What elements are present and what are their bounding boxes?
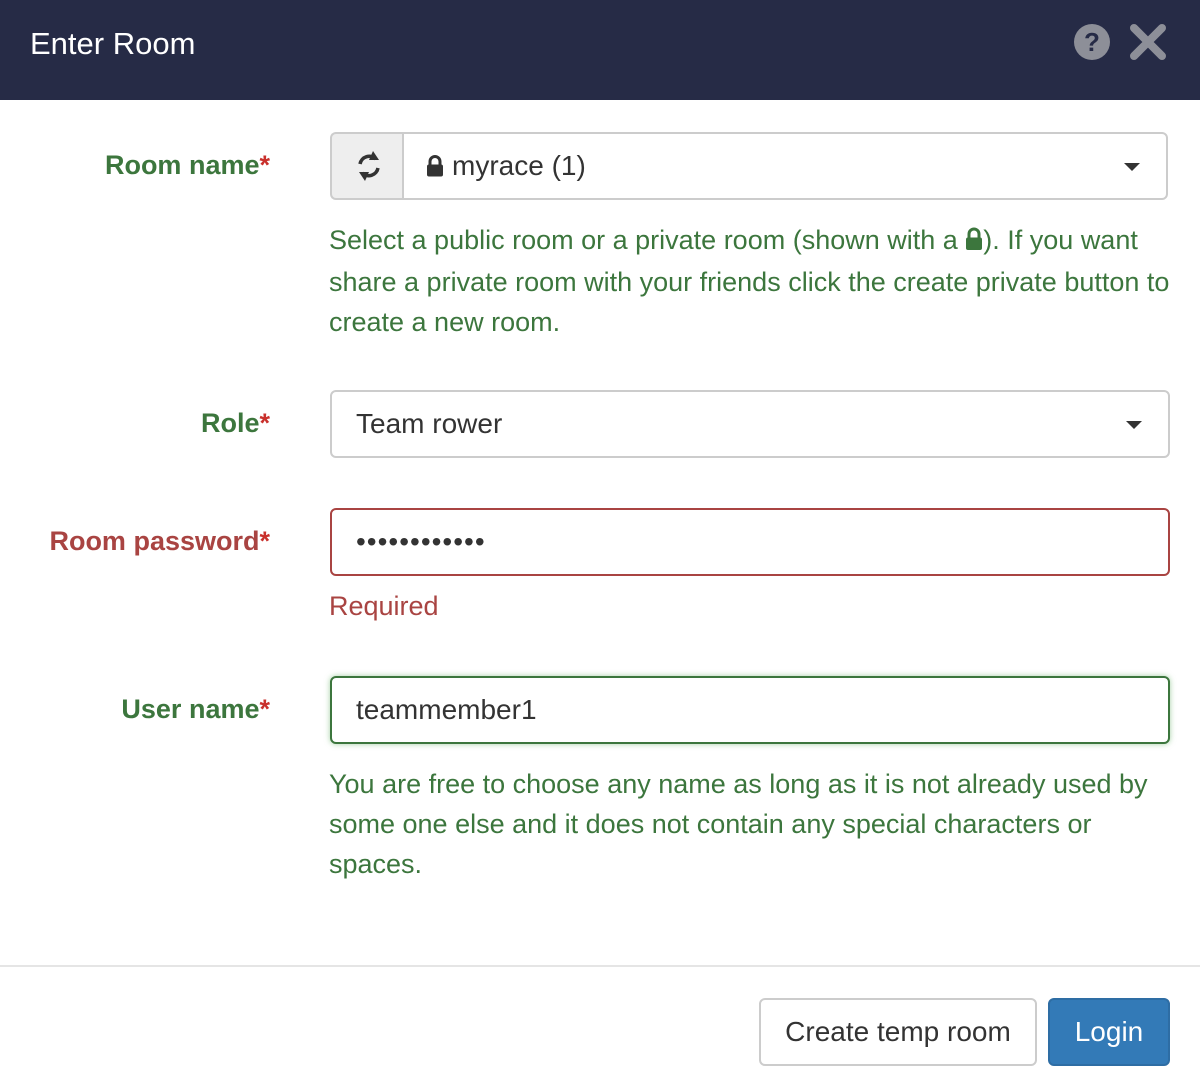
room-name-help: Select a public room or a private room (… (329, 220, 1174, 342)
required-mark: * (259, 408, 270, 438)
user-name-input[interactable]: teammember1 (330, 676, 1170, 744)
dialog-header: Enter Room ? (0, 0, 1200, 100)
role-label: Role* (201, 408, 270, 439)
role-select[interactable]: Team rower (330, 390, 1170, 458)
create-temp-room-button[interactable]: Create temp room (759, 998, 1037, 1066)
required-mark: * (259, 694, 270, 724)
room-password-label: Room password* (49, 526, 270, 557)
user-name-help: You are free to choose any name as long … (329, 769, 1148, 879)
refresh-icon (358, 151, 380, 181)
room-name-label: Room name* (105, 150, 270, 181)
user-name-label-text: User name (121, 694, 260, 724)
dialog-title: Enter Room (30, 26, 196, 61)
dialog-body: Room name* myrace (1) Select a public ro… (0, 100, 1200, 965)
login-button[interactable]: Login (1048, 998, 1170, 1066)
close-icon[interactable] (1128, 22, 1168, 62)
room-password-label-text: Room password (49, 526, 260, 556)
lock-icon (426, 136, 444, 200)
user-name-value: teammember1 (356, 694, 537, 725)
lock-icon (965, 222, 983, 262)
required-mark: * (259, 526, 270, 556)
room-help-text-1: Select a public room or a private room (… (329, 225, 966, 255)
user-name-label: User name* (121, 694, 270, 725)
required-mark: * (259, 150, 270, 180)
role-selected: Team rower (356, 408, 503, 439)
room-name-select[interactable]: myrace (1) (402, 132, 1168, 200)
caret-down-icon (1124, 163, 1140, 171)
room-password-input[interactable]: •••••••••••• (330, 508, 1170, 576)
room-name-selected: myrace (1) (452, 150, 586, 181)
role-label-text: Role (200, 408, 260, 438)
room-name-label-text: Room name (104, 150, 260, 180)
caret-down-icon (1126, 421, 1142, 429)
room-password-error: Required (329, 591, 439, 621)
room-password-value: •••••••••••• (356, 526, 486, 557)
dialog-footer: Create temp room Login (0, 965, 1200, 1092)
refresh-rooms-button[interactable] (330, 132, 404, 200)
help-icon[interactable]: ? (1074, 24, 1110, 60)
